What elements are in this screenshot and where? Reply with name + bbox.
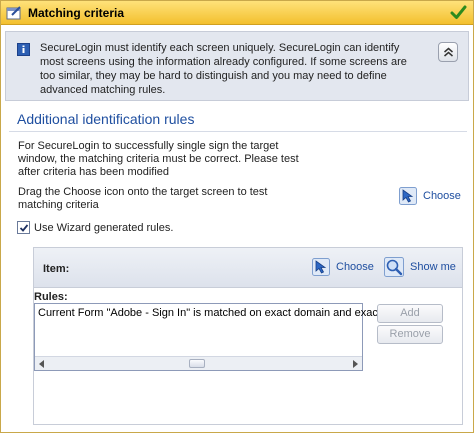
check-mark-icon	[19, 224, 29, 232]
wizard-rules-checkbox[interactable]	[17, 221, 30, 234]
add-rule-button[interactable]: Add	[377, 304, 443, 323]
rules-horizontal-scrollbar[interactable]	[35, 356, 362, 370]
remove-rule-button[interactable]: Remove	[377, 325, 443, 344]
show-me-label[interactable]: Show me	[410, 261, 456, 273]
wizard-rules-option[interactable]: Use Wizard generated rules.	[17, 221, 173, 234]
checkmark-icon[interactable]	[450, 4, 467, 21]
info-message: SecureLogin must identify each screen un…	[40, 42, 407, 96]
choose-icon[interactable]	[399, 187, 417, 205]
show-me-icon[interactable]	[384, 257, 404, 277]
choose-icon[interactable]	[312, 258, 330, 276]
show-me-button[interactable]: Show me	[384, 257, 456, 277]
section-divider	[9, 131, 467, 132]
scroll-thumb[interactable]	[189, 359, 205, 368]
wizard-rules-label[interactable]: Use Wizard generated rules.	[34, 222, 173, 234]
choose-button[interactable]: Choose	[399, 187, 461, 205]
drag-hint-text: Drag the Choose icon onto the target scr…	[18, 186, 268, 211]
window-title: Matching criteria	[28, 5, 125, 20]
rules-label: Rules:	[34, 291, 68, 303]
item-choose-label[interactable]: Choose	[336, 261, 374, 273]
rule-item[interactable]: Current Form "Adobe - Sign In" is matche…	[38, 307, 411, 319]
collapse-button[interactable]	[438, 42, 458, 62]
item-label: Item:	[43, 263, 70, 275]
intro-text: For SecureLogin to successfully single s…	[18, 140, 299, 178]
choose-label[interactable]: Choose	[423, 190, 461, 202]
rule-editor-group: Item: Choose Show me Rules: Current Form	[33, 247, 463, 425]
item-bar: Item: Choose Show me	[34, 248, 462, 288]
rules-list[interactable]: Current Form "Adobe - Sign In" is matche…	[34, 303, 411, 371]
section-title: Additional identification rules	[17, 111, 195, 127]
collapse-icon	[444, 47, 453, 57]
window-icon	[6, 5, 21, 19]
info-panel: SecureLogin must identify each screen un…	[5, 31, 469, 101]
title-bar: Matching criteria	[1, 1, 473, 25]
scroll-right-icon[interactable]	[353, 360, 358, 368]
info-icon	[17, 43, 30, 56]
matching-criteria-window: Matching criteria SecureLogin must ident…	[0, 0, 474, 433]
item-choose-button[interactable]: Choose	[312, 258, 374, 276]
scroll-left-icon[interactable]	[39, 360, 44, 368]
